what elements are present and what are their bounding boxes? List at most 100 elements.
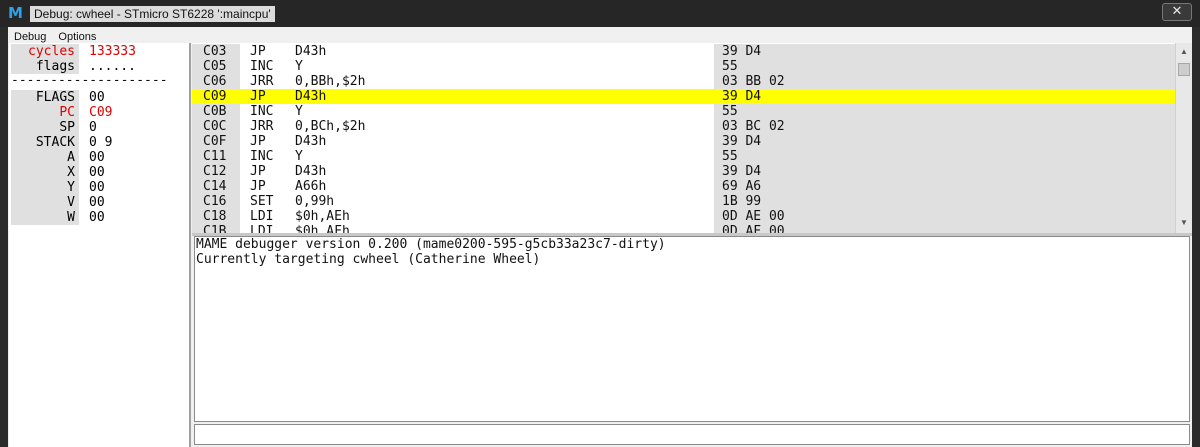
disassembly-view[interactable]: C03 JP D43h 39 D4 C05 INC Y 55 C06 JRR 0,BBh,$2h… bbox=[192, 43, 1175, 233]
register-row-SP: SP 0 bbox=[9, 120, 189, 135]
disasm-bytes: 39 D4 bbox=[714, 134, 1175, 149]
disasm-operands: 0,BCh,$2h bbox=[295, 119, 366, 134]
registers-pane[interactable]: cycles 133333 flags ...... -------------… bbox=[9, 43, 191, 447]
menu-bar: Debug Options bbox=[8, 27, 1192, 43]
disasm-opcode: JRR bbox=[250, 119, 274, 134]
disasm-row[interactable]: C0F JP D43h 39 D4 bbox=[192, 134, 1175, 149]
register-name: STACK bbox=[11, 135, 79, 150]
register-row-flags: flags ...... bbox=[9, 59, 189, 74]
register-value: 00 bbox=[89, 165, 105, 180]
disasm-operands: D43h bbox=[295, 164, 327, 179]
disasm-address: C09 bbox=[192, 89, 240, 104]
disasm-address: C0F bbox=[192, 134, 240, 149]
disasm-bytes: 0D AE 00 bbox=[714, 209, 1175, 224]
window-title: Debug: cwheel - STmicro ST6228 ':maincpu… bbox=[30, 6, 275, 22]
disasm-operands: Y bbox=[295, 149, 303, 164]
register-row-FLAGS: FLAGS 00 bbox=[9, 90, 189, 105]
disasm-bytes: 03 BB 02 bbox=[714, 74, 1175, 89]
title-bar[interactable]: M Debug: cwheel - STmicro ST6228 ':mainc… bbox=[0, 0, 1200, 27]
register-value: 0 9 bbox=[89, 135, 113, 150]
scroll-up-icon[interactable]: ▲ bbox=[1176, 44, 1192, 59]
console-line: Currently targeting cwheel (Catherine Wh… bbox=[196, 252, 541, 267]
register-value: ...... bbox=[89, 59, 136, 74]
register-name: X bbox=[11, 165, 79, 180]
disasm-opcode: INC bbox=[250, 59, 274, 74]
disasm-address: C1B bbox=[192, 224, 240, 233]
disasm-row[interactable]: C16 SET 0,99h 1B 99 bbox=[192, 194, 1175, 209]
disasm-address: C18 bbox=[192, 209, 240, 224]
register-value: 00 bbox=[89, 90, 105, 105]
register-value: 00 bbox=[89, 210, 105, 225]
disasm-bytes: 0D AF 00 bbox=[714, 224, 1175, 233]
register-name: A bbox=[11, 150, 79, 165]
disasm-address: C14 bbox=[192, 179, 240, 194]
disasm-opcode: JP bbox=[250, 179, 266, 194]
disasm-opcode: LDI bbox=[250, 209, 274, 224]
disasm-row[interactable]: C05 INC Y 55 bbox=[192, 59, 1175, 74]
mame-logo-icon: M bbox=[8, 4, 23, 22]
register-value: 133333 bbox=[89, 44, 136, 59]
register-name: W bbox=[11, 210, 79, 225]
disasm-operands: A66h bbox=[295, 179, 327, 194]
disasm-bytes: 39 D4 bbox=[714, 44, 1175, 59]
disasm-opcode: JP bbox=[250, 44, 266, 59]
disasm-bytes: 03 BC 02 bbox=[714, 119, 1175, 134]
disasm-row[interactable]: C03 JP D43h 39 D4 bbox=[192, 44, 1175, 59]
disasm-row[interactable]: C0C JRR 0,BCh,$2h 03 BC 02 bbox=[192, 119, 1175, 134]
disasm-bytes: 55 bbox=[714, 149, 1175, 164]
disasm-operands: D43h bbox=[295, 44, 327, 59]
register-value: 00 bbox=[89, 180, 105, 195]
disasm-row[interactable]: C12 JP D43h 39 D4 bbox=[192, 164, 1175, 179]
scroll-thumb[interactable] bbox=[1178, 63, 1190, 76]
register-row-STACK: STACK 0 9 bbox=[9, 135, 189, 150]
client-area: Debug Options cycles 133333 flags ...... … bbox=[8, 27, 1192, 447]
disasm-opcode: INC bbox=[250, 149, 274, 164]
disasm-operands: D43h bbox=[295, 89, 327, 104]
close-button[interactable]: ✕ bbox=[1162, 3, 1192, 21]
disasm-address: C0C bbox=[192, 119, 240, 134]
disasm-row[interactable]: C06 JRR 0,BBh,$2h 03 BB 02 bbox=[192, 74, 1175, 89]
disasm-row[interactable]: C14 JP A66h 69 A6 bbox=[192, 179, 1175, 194]
disasm-opcode: SET bbox=[250, 194, 274, 209]
register-name: PC bbox=[11, 105, 79, 120]
disasm-address: C12 bbox=[192, 164, 240, 179]
register-value: C09 bbox=[89, 105, 113, 120]
disasm-row[interactable]: C18 LDI $0h,AEh 0D AE 00 bbox=[192, 209, 1175, 224]
disasm-address: C11 bbox=[192, 149, 240, 164]
register-value: 00 bbox=[89, 195, 105, 210]
disasm-address: C06 bbox=[192, 74, 240, 89]
register-row-cycles: cycles 133333 bbox=[9, 44, 189, 59]
disasm-address: C16 bbox=[192, 194, 240, 209]
disasm-operands: Y bbox=[295, 104, 303, 119]
register-value: 00 bbox=[89, 150, 105, 165]
register-row-PC: PC C09 bbox=[9, 105, 189, 120]
disasm-bytes: 55 bbox=[714, 59, 1175, 74]
register-value: 0 bbox=[89, 120, 97, 135]
register-name: FLAGS bbox=[11, 90, 79, 105]
disasm-opcode: LDI bbox=[250, 224, 274, 233]
disasm-operands: $0h,AEh bbox=[295, 209, 350, 224]
console-output[interactable]: MAME debugger version 0.200 (mame0200-59… bbox=[194, 236, 1190, 422]
disasm-row[interactable]: C1B LDI $0h,AFh 0D AF 00 bbox=[192, 224, 1175, 233]
register-name: SP bbox=[11, 120, 79, 135]
disasm-operands: 0,99h bbox=[295, 194, 335, 209]
register-row-X: X 00 bbox=[9, 165, 189, 180]
register-name: cycles bbox=[11, 44, 79, 59]
disasm-bytes: 55 bbox=[714, 104, 1175, 119]
disasm-address: C0B bbox=[192, 104, 240, 119]
disasm-row-current[interactable]: C09 JP D43h 39 D4 bbox=[192, 89, 1175, 104]
disasm-address: C05 bbox=[192, 59, 240, 74]
command-input[interactable] bbox=[194, 424, 1190, 445]
disasm-address: C03 bbox=[192, 44, 240, 59]
register-row-V: V 00 bbox=[9, 195, 189, 210]
disasm-row[interactable]: C0B INC Y 55 bbox=[192, 104, 1175, 119]
disasm-bytes: 39 D4 bbox=[714, 164, 1175, 179]
scroll-down-icon[interactable]: ▼ bbox=[1176, 215, 1192, 230]
disasm-opcode: INC bbox=[250, 104, 274, 119]
disassembly-scrollbar[interactable]: ▲ ▼ bbox=[1175, 43, 1192, 233]
disasm-row[interactable]: C11 INC Y 55 bbox=[192, 149, 1175, 164]
disasm-operands: 0,BBh,$2h bbox=[295, 74, 366, 89]
register-row-A: A 00 bbox=[9, 150, 189, 165]
disasm-opcode: JP bbox=[250, 89, 266, 104]
disasm-bytes: 69 A6 bbox=[714, 179, 1175, 194]
